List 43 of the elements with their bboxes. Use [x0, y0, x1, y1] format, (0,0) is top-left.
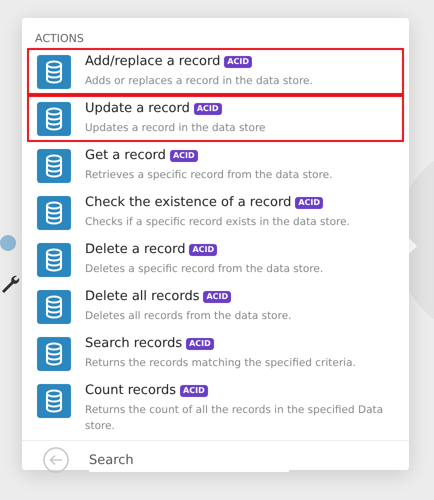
action-description: Adds or replaces a record in the data store. — [85, 74, 314, 89]
acid-badge: ACID — [224, 56, 252, 68]
action-title: Get a record — [85, 147, 166, 165]
action-title: Update a record — [85, 100, 190, 118]
acid-badge: ACID — [170, 150, 198, 162]
action-item[interactable]: Add/replace a record ACID Adds or replaces a record in the data store. — [27, 48, 404, 95]
action-item[interactable]: Count records ACID Returns the count of all the records in the specified Data store. — [27, 377, 404, 440]
action-description: Returns the count of all the records in the specified Data store. — [85, 403, 384, 434]
acid-badge: ACID — [295, 197, 324, 209]
database-icon — [37, 384, 71, 418]
action-item[interactable]: Delete all records ACID Deletes all records from the data store. — [27, 283, 404, 330]
database-icon — [37, 102, 71, 136]
database-icon — [37, 290, 71, 324]
acid-badge: ACID — [203, 291, 232, 303]
database-icon — [37, 337, 71, 371]
action-description: Retrieves a specific record from the data store. — [85, 168, 334, 183]
acid-badge: ACID — [194, 103, 222, 115]
action-item[interactable]: Check the existence of a record ACID Checks if a specific record exists in the data store. — [27, 189, 404, 236]
wrench-icon — [0, 273, 20, 293]
action-title: Add/replace a record — [85, 53, 220, 71]
database-icon — [37, 149, 71, 183]
acid-badge: ACID — [180, 385, 208, 397]
database-icon — [37, 55, 71, 89]
action-item[interactable]: Get a record ACID Retrieves a specific record from the data store. — [27, 142, 404, 189]
action-item[interactable]: Search records ACID Returns the records matching the specified criteria. — [27, 330, 404, 377]
action-item[interactable]: Delete a record ACID Deletes a specific record from the data store. — [27, 236, 404, 283]
database-icon — [37, 196, 71, 230]
action-title: Search records — [85, 335, 182, 353]
acid-badge: ACID — [186, 338, 214, 350]
action-description: Deletes a specific record from the data store. — [85, 262, 324, 277]
action-title: Delete all records — [85, 288, 200, 306]
action-description: Returns the records matching the specified criteria. — [85, 356, 357, 371]
action-description: Deletes all records from the data store. — [85, 309, 292, 324]
action-title: Check the existence of a record — [85, 194, 292, 212]
action-title: Count records — [85, 382, 176, 400]
action-description: Updates a record in the data store — [85, 121, 267, 136]
action-item[interactable]: Update a record ACID Updates a record in the data store — [27, 95, 404, 142]
action-description: Checks if a specific record exists in the data store. — [85, 215, 351, 230]
acid-badge: ACID — [189, 244, 218, 256]
connector-dot-icon — [0, 235, 16, 251]
section-title: ACTIONS — [34, 32, 85, 45]
action-title: Delete a record — [85, 241, 186, 259]
database-icon — [37, 243, 71, 277]
